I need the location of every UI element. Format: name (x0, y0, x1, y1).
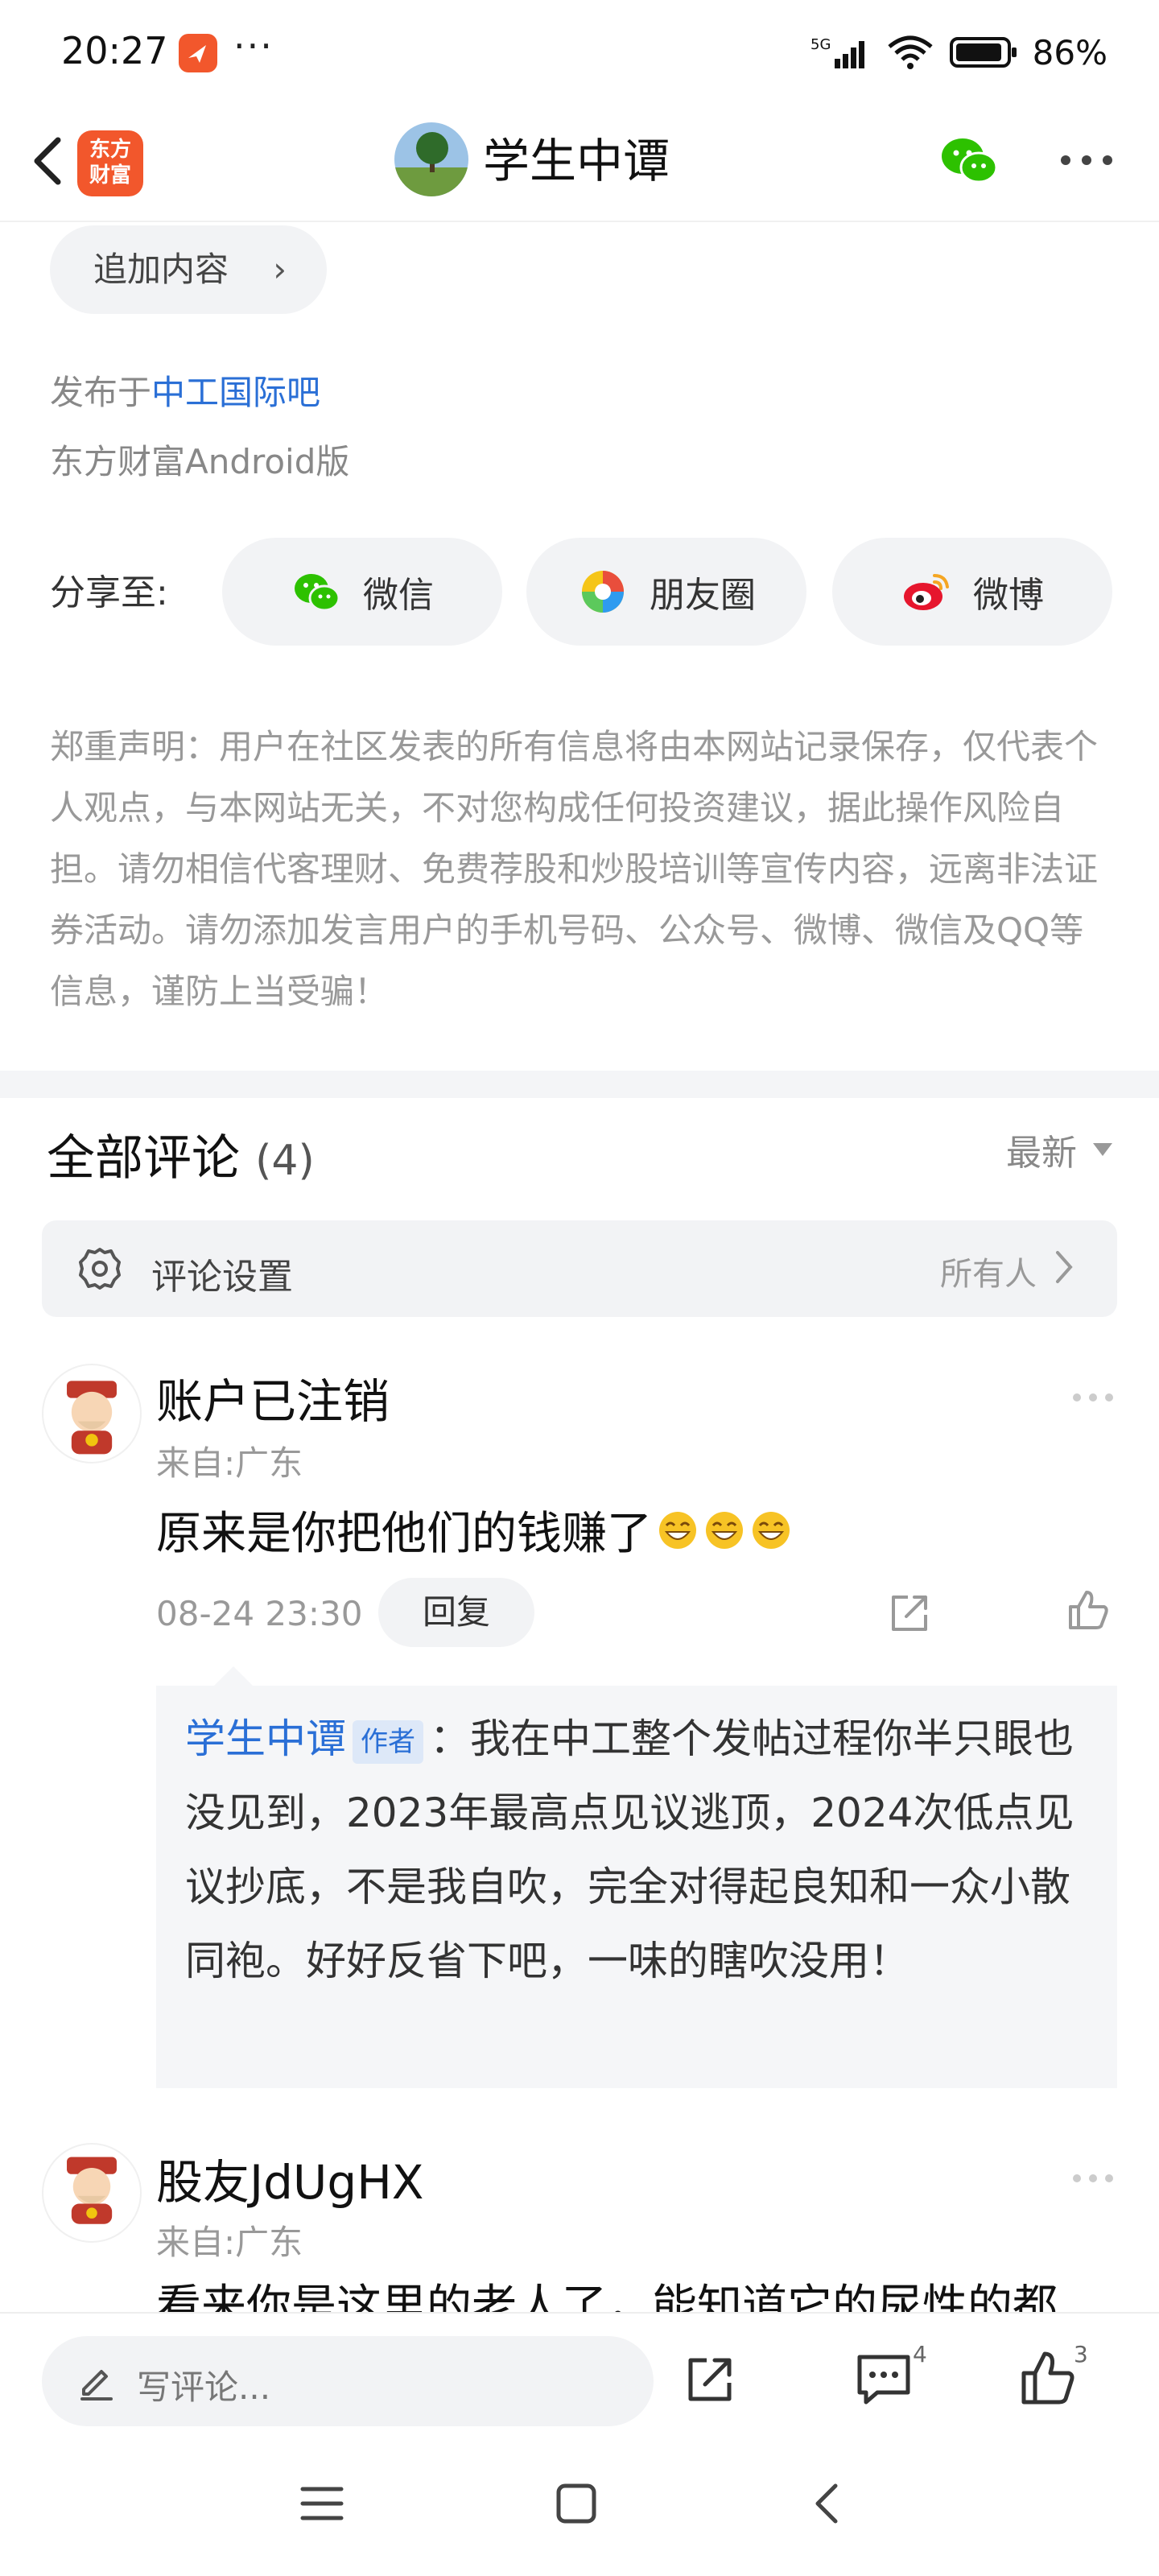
comment-text: 看来你是这里的老人了，能知道它的尿性的都 (156, 2281, 1058, 2315)
commenter-name[interactable]: 账户已注销 (156, 1364, 390, 1431)
caret-down-icon (1093, 1143, 1112, 1156)
pen-icon (80, 2370, 113, 2401)
disclaimer-text: 郑重声明：用户在社区发表的所有信息将由本网站记录保存，仅代表个人观点，与本网站无… (50, 727, 1099, 1011)
share-icon[interactable] (885, 1589, 934, 1637)
author-badge: 作者 (353, 1719, 423, 1764)
share-icon[interactable] (681, 2351, 739, 2409)
forum-link[interactable]: 中工国际吧 (151, 373, 320, 412)
notification-app-icon (179, 34, 217, 72)
comments-header: 全部评论 (4) (47, 1119, 315, 1189)
commenter-avatar[interactable] (42, 2143, 142, 2243)
more-options-icon[interactable] (1070, 2170, 1116, 2186)
reply-button[interactable]: 回复 (378, 1578, 534, 1647)
moments-icon (582, 571, 624, 613)
more-options-icon[interactable] (1070, 1389, 1116, 1406)
brand-logo[interactable]: 东方 财富 (77, 130, 143, 196)
sort-label: 最新 (1006, 1133, 1077, 1174)
commenter-name[interactable]: 股友JdUgHX (156, 2145, 424, 2212)
weibo-icon (904, 574, 949, 610)
comment-icon[interactable] (853, 2351, 914, 2409)
more-options-icon[interactable] (1056, 140, 1117, 180)
wechat-icon[interactable] (937, 129, 1001, 193)
status-bar: 20:27 ··· 5G 86% (0, 0, 1159, 105)
status-indicators: 5G 86% (810, 31, 1107, 74)
thumbs-up-icon[interactable] (1064, 1586, 1112, 1634)
back-arrow-icon[interactable] (21, 129, 77, 193)
platform-label: 东方财富Android版 (50, 442, 350, 481)
share-wechat-label: 微信 (363, 575, 434, 616)
bottom-action-bar: 写评论... 4 3 (0, 2312, 1159, 2433)
share-weibo-label: 微博 (973, 575, 1044, 616)
notification-more-icon: ··· (233, 24, 274, 68)
system-navigation-bar (0, 2433, 1159, 2576)
append-content-label: 追加内容 (93, 250, 229, 289)
author-reply-card[interactable]: 学生中谭 作者 ：我在中工整个发帖过程你半只眼也没见到，2023年最高点见议逃顶，2… (156, 1686, 1117, 2088)
wifi-icon (888, 35, 933, 69)
chevron-right-icon: › (273, 250, 287, 289)
recent-apps-icon[interactable] (298, 2481, 346, 2526)
comment-count: 4 (913, 2341, 927, 2368)
author-reply: 学生中谭 作者 ：我在中工整个发帖过程你半只眼也没见到，2023年最高点见议逃顶，2… (185, 1702, 1095, 1998)
thumbs-up-icon[interactable] (1017, 2347, 1079, 2409)
author-title[interactable]: 学生中谭 (483, 129, 670, 193)
comments-count: (4) (255, 1137, 315, 1185)
like-count: 3 (1074, 2341, 1088, 2368)
share-moments-label: 朋友圈 (650, 575, 756, 616)
comment-settings-value: 所有人 (940, 1256, 1037, 1293)
battery-percentage: 86% (1032, 32, 1107, 72)
comment-settings-row[interactable]: 评论设置 所有人 (42, 1220, 1117, 1317)
published-info: 发布于中工国际吧 (50, 365, 320, 415)
battery-icon (949, 37, 1017, 68)
grin-emoji-icon (659, 1511, 696, 1549)
comment-input[interactable]: 写评论... (42, 2336, 654, 2426)
share-weibo-button[interactable]: 微博 (832, 538, 1112, 646)
share-moments-button[interactable]: 朋友圈 (526, 538, 806, 646)
comment-input-placeholder: 写评论... (137, 2368, 271, 2407)
comment-text: 原来是你把他们的钱赚了 (156, 1497, 792, 1563)
commenter-location: 来自:广东 (156, 1443, 303, 1483)
home-icon[interactable] (554, 2481, 599, 2526)
share-wechat-button[interactable]: 微信 (222, 538, 502, 646)
grin-emoji-icon (706, 1511, 743, 1549)
author-avatar[interactable] (394, 122, 468, 196)
reply-notch (214, 1666, 253, 1686)
status-time: 20:27 (61, 29, 168, 72)
append-content-button[interactable]: 追加内容 › (50, 225, 327, 314)
comment-timestamp: 08-24 23:30 (156, 1594, 363, 1633)
published-prefix: 发布于 (50, 373, 152, 412)
back-icon[interactable] (808, 2479, 843, 2528)
commenter-avatar[interactable] (42, 1364, 142, 1463)
top-nav-bar: 东方 财富 学生中谭 (0, 105, 1159, 222)
cellular-signal-icon: 5G (810, 36, 864, 68)
commenter-location: 来自:广东 (156, 2223, 303, 2262)
comment-text-content: 原来是你把他们的钱赚了 (156, 1508, 652, 1560)
wechat-icon (295, 574, 340, 612)
share-label: 分享至: (50, 572, 168, 613)
comments-title: 全部评论 (47, 1130, 240, 1187)
comment-settings-label: 评论设置 (151, 1257, 293, 1298)
section-divider (0, 1071, 1159, 1098)
sort-dropdown[interactable]: 最新 (1006, 1124, 1112, 1175)
grin-emoji-icon (753, 1511, 790, 1549)
svg-text:5G: 5G (810, 36, 831, 53)
chevron-right-icon (1056, 1251, 1073, 1283)
gear-icon (79, 1248, 121, 1290)
reply-author-name[interactable]: 学生中谭 (185, 1715, 346, 1762)
